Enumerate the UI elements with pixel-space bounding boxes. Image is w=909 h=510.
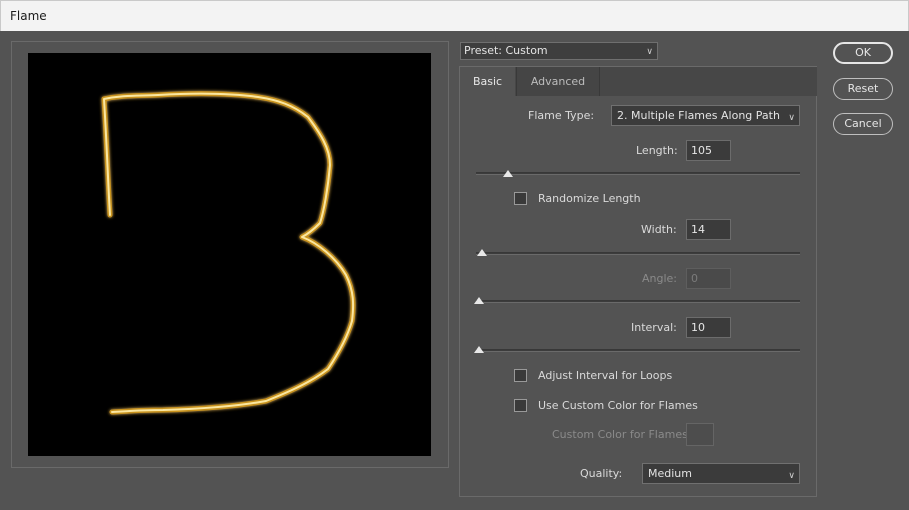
- interval-label: Interval:: [631, 321, 677, 334]
- cancel-button[interactable]: Cancel: [833, 113, 893, 135]
- quality-label: Quality:: [580, 467, 623, 480]
- window-title: Flame: [10, 9, 47, 23]
- custom-color-checkbox-label: Use Custom Color for Flames: [538, 399, 698, 412]
- custom-color-label: Custom Color for Flames:: [552, 428, 692, 441]
- width-slider-track[interactable]: [476, 252, 800, 255]
- chevron-down-icon: ∨: [788, 113, 795, 123]
- angle-slider-thumb: [474, 297, 484, 304]
- adjust-interval-label: Adjust Interval for Loops: [538, 369, 673, 382]
- flame-glow-stroke: [101, 91, 356, 415]
- length-label: Length:: [636, 144, 678, 157]
- ok-button[interactable]: OK: [833, 42, 893, 64]
- length-input[interactable]: 105: [686, 140, 731, 161]
- width-input[interactable]: 14: [686, 219, 731, 240]
- flame-core-stroke: [103, 92, 355, 413]
- preset-label: Preset: Custom: [464, 44, 548, 57]
- tab-basic[interactable]: Basic: [460, 67, 515, 96]
- quality-dropdown[interactable]: Medium ∨: [642, 463, 800, 484]
- flame-preview-canvas[interactable]: [28, 53, 431, 456]
- angle-label: Angle:: [642, 272, 678, 285]
- width-label: Width:: [641, 223, 677, 236]
- title-bar: Flame: [0, 0, 909, 31]
- randomize-length-label: Randomize Length: [538, 192, 641, 205]
- angle-slider-track: [476, 300, 800, 303]
- interval-slider-thumb[interactable]: [474, 346, 484, 353]
- flame-type-label: Flame Type:: [528, 109, 595, 122]
- reset-button[interactable]: Reset: [833, 78, 893, 100]
- interval-input[interactable]: 10: [686, 317, 731, 338]
- width-slider-thumb[interactable]: [477, 249, 488, 256]
- randomize-length-checkbox[interactable]: [514, 192, 527, 205]
- adjust-interval-checkbox[interactable]: [514, 369, 527, 382]
- chevron-down-icon: ∨: [646, 47, 653, 57]
- quality-value: Medium: [648, 467, 692, 480]
- flame-type-dropdown[interactable]: 2. Multiple Flames Along Path ∨: [611, 105, 800, 126]
- custom-color-checkbox[interactable]: [514, 399, 527, 412]
- preset-dropdown[interactable]: Preset: Custom ∨: [460, 42, 658, 60]
- flame-type-value: 2. Multiple Flames Along Path: [617, 109, 780, 122]
- tab-advanced[interactable]: Advanced: [516, 67, 600, 96]
- length-slider-track[interactable]: [476, 172, 800, 175]
- angle-input: 0: [686, 268, 731, 289]
- custom-color-swatch: [686, 423, 714, 446]
- chevron-down-icon: ∨: [788, 471, 795, 481]
- flame-letter-b-path: [101, 91, 356, 415]
- interval-slider-track[interactable]: [476, 349, 800, 352]
- length-slider-thumb[interactable]: [503, 170, 514, 177]
